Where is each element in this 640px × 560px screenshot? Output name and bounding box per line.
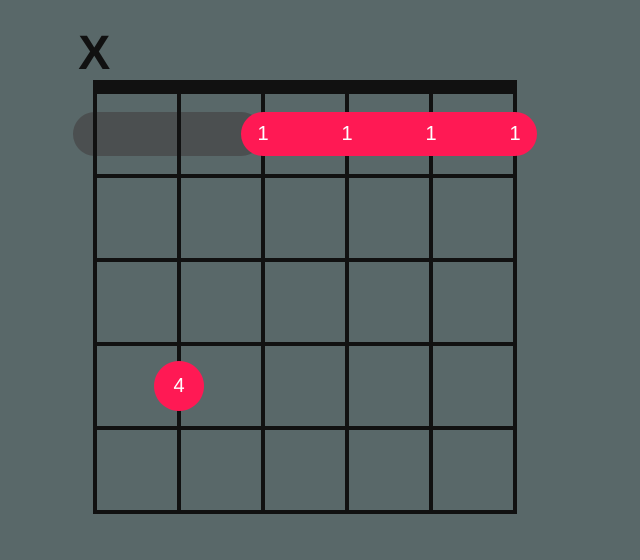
chord-diagram: 1 1 1 1 4 X [0, 0, 640, 560]
chord-svg: 1 1 1 1 4 [0, 0, 640, 560]
mute-marker: X [78, 26, 110, 81]
barre-behind [73, 112, 263, 156]
barre [241, 112, 537, 156]
barre-finger-label: 1 [257, 123, 268, 145]
barre-finger-label: 1 [425, 123, 436, 145]
barre-finger-label: 1 [341, 123, 352, 145]
finger-label: 4 [173, 375, 184, 397]
barre-finger-label: 1 [509, 123, 520, 145]
